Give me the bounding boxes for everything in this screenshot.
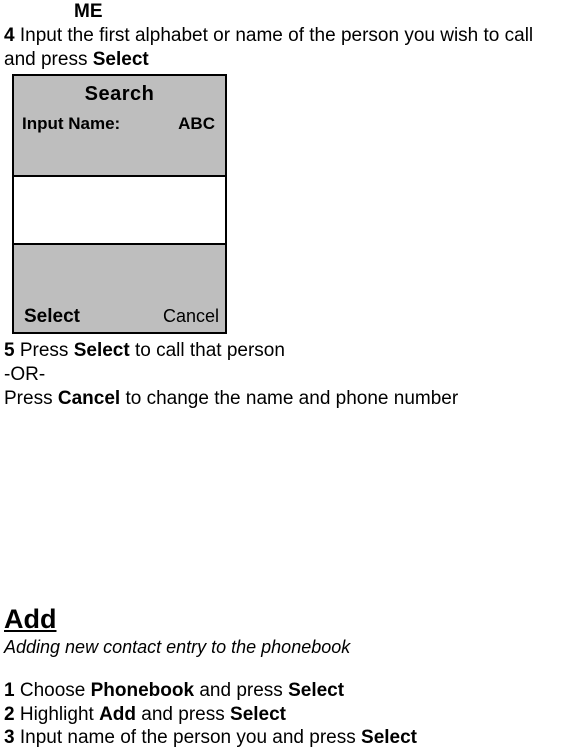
step-text: Choose [15, 680, 91, 701]
step-text-tail: to change the name and phone number [120, 388, 458, 409]
step-bold: Phonebook [91, 680, 194, 701]
step-5b: Press Cancel to change the name and phon… [0, 387, 562, 411]
step-text: Input name of the person you and press [15, 727, 361, 748]
step-num: 1 [4, 680, 15, 701]
step-num: 4 [4, 25, 15, 46]
add-subtitle: Adding new contact entry to the phoneboo… [0, 636, 562, 659]
step-bold: Select [230, 704, 286, 725]
step-bold: Select [93, 49, 149, 70]
step-text-tail: to call that person [130, 340, 285, 361]
step-bold: Select [361, 727, 417, 748]
phone-title: Search [14, 82, 225, 107]
phone-input-field[interactable] [14, 175, 225, 245]
select-button[interactable]: Select [24, 305, 80, 329]
step-bold: Select [288, 680, 344, 701]
step-num: 3 [4, 727, 15, 748]
phone-input-row: Input Name: ABC [14, 107, 225, 174]
or-separator: -OR- [0, 363, 562, 387]
phone-softkey-bar: Select Cancel [14, 301, 225, 333]
step-num: 5 [4, 340, 15, 361]
step-bold: Select [74, 340, 130, 361]
step-text: Press [15, 340, 74, 361]
phone-top-area: Search Input Name: ABC [14, 76, 225, 174]
cancel-button[interactable]: Cancel [163, 305, 219, 328]
step-bold: Cancel [58, 388, 120, 409]
step-text: and press [136, 704, 230, 725]
phone-screen: Search Input Name: ABC Select Cancel [12, 74, 227, 334]
add-step-2: 2 Highlight Add and press Select [0, 703, 562, 727]
step-5: 5 Press Select to call that person [0, 339, 562, 363]
step-num: 2 [4, 704, 15, 725]
me-label: ME [0, 0, 562, 24]
add-step-3: 3 Input name of the person you and press… [0, 726, 562, 750]
add-step-1: 1 Choose Phonebook and press Select [0, 679, 562, 703]
step-4: 4 Input the first alphabet or name of th… [0, 24, 562, 72]
step-text: Press [4, 388, 58, 409]
step-text: and press [194, 680, 288, 701]
phone-spacer [14, 245, 225, 301]
input-mode-indicator: ABC [178, 113, 215, 134]
input-name-label: Input Name: [22, 113, 120, 134]
add-heading: Add [0, 603, 562, 637]
step-bold: Add [99, 704, 136, 725]
step-text: Input the first alphabet or name of the … [4, 25, 533, 70]
step-text: Highlight [15, 704, 100, 725]
